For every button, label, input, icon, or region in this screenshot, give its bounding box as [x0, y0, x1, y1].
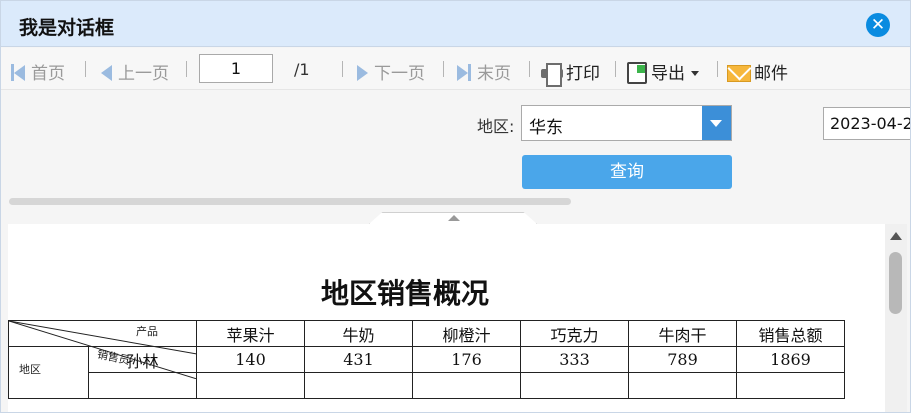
first-page-button[interactable]: 首页 — [11, 59, 65, 84]
table-cell: 140 — [196, 346, 305, 373]
table-cell — [196, 372, 305, 399]
scroll-up-icon[interactable] — [890, 232, 902, 240]
region-select[interactable]: 华东 — [521, 105, 732, 141]
toolbar-separator — [717, 61, 718, 77]
corner-label-region: 地区 — [19, 363, 41, 376]
region-label: 地区: — [477, 117, 515, 136]
column-header: 柳橙汁 — [412, 320, 521, 347]
report-toolbar: 首页 上一页 /1 下一页 末页 打印 导出 邮件 — [1, 48, 910, 90]
query-button[interactable]: 查询 — [522, 155, 732, 189]
table-cell — [628, 372, 737, 399]
toolbar-separator — [615, 61, 616, 77]
toolbar-separator — [85, 61, 86, 77]
toolbar-separator — [342, 61, 343, 77]
query-params-panel: 地区: 华东 2023-04-2 查询 — [1, 91, 910, 224]
toolbar-separator — [529, 61, 530, 77]
table-cell — [736, 372, 845, 399]
table-cell: 431 — [304, 346, 413, 373]
mail-button[interactable]: 邮件 — [727, 59, 788, 84]
column-header: 牛奶 — [304, 320, 413, 347]
table-cell: 1869 — [736, 346, 845, 373]
vertical-scrollbar[interactable] — [885, 224, 907, 412]
table-header-row: 产品 销售员 地区 苹果汁 牛奶 柳橙汁 巧克力 牛肉干 销售总额 — [8, 320, 845, 379]
diagonal-header-cell: 产品 销售员 地区 — [8, 320, 197, 379]
print-button[interactable]: 打印 — [541, 59, 600, 87]
report-title: 地区销售概况 — [321, 277, 490, 310]
report-canvas: 地区销售概况 产品 销售员 地区 苹果汁 牛奶 柳橙汁 巧克力 牛肉干 销售总额 — [8, 224, 885, 412]
page-number-input[interactable] — [199, 54, 273, 83]
mail-icon — [727, 65, 751, 82]
table-cell — [412, 372, 521, 399]
corner-label-product: 产品 — [136, 325, 158, 338]
toolbar-separator — [186, 61, 187, 77]
table-cell — [304, 372, 413, 399]
prev-page-icon — [101, 65, 112, 81]
column-header: 销售总额 — [736, 320, 845, 347]
dialog-title: 我是对话框 — [19, 17, 115, 39]
collapse-panel-toggle[interactable] — [369, 212, 537, 224]
chevron-down-icon — [691, 71, 699, 76]
column-header: 牛肉干 — [628, 320, 737, 347]
next-page-button[interactable]: 下一页 — [357, 59, 425, 84]
print-icon — [541, 63, 563, 87]
toolbar-separator — [443, 61, 444, 77]
scrollbar-thumb[interactable] — [889, 252, 902, 314]
region-select-value: 华东 — [529, 118, 563, 138]
next-page-icon — [357, 65, 368, 81]
date-input[interactable]: 2023-04-2 — [823, 107, 910, 140]
table-cell: 789 — [628, 346, 737, 373]
sales-table: 产品 销售员 地区 苹果汁 牛奶 柳橙汁 巧克力 牛肉干 销售总额 孙林 140… — [8, 320, 845, 399]
export-button[interactable]: 导出 — [627, 59, 699, 84]
last-page-icon — [457, 65, 468, 81]
table-cell: 333 — [520, 346, 629, 373]
table-cell: 176 — [412, 346, 521, 373]
prev-page-button[interactable]: 上一页 — [101, 59, 169, 84]
page-total: /1 — [294, 60, 310, 79]
column-header: 苹果汁 — [196, 320, 305, 347]
report-dialog: 我是对话框 ✕ 首页 上一页 /1 下一页 末页 打印 导出 邮件 地区: 华东… — [0, 0, 911, 413]
close-icon[interactable]: ✕ — [866, 13, 890, 37]
last-page-button[interactable]: 末页 — [457, 59, 511, 84]
table-cell — [520, 372, 629, 399]
horizontal-scrollbar[interactable] — [9, 198, 571, 205]
chevron-down-icon[interactable] — [702, 106, 731, 140]
export-icon — [627, 62, 647, 84]
column-header: 巧克力 — [520, 320, 629, 347]
dialog-titlebar: 我是对话框 ✕ — [1, 1, 910, 47]
